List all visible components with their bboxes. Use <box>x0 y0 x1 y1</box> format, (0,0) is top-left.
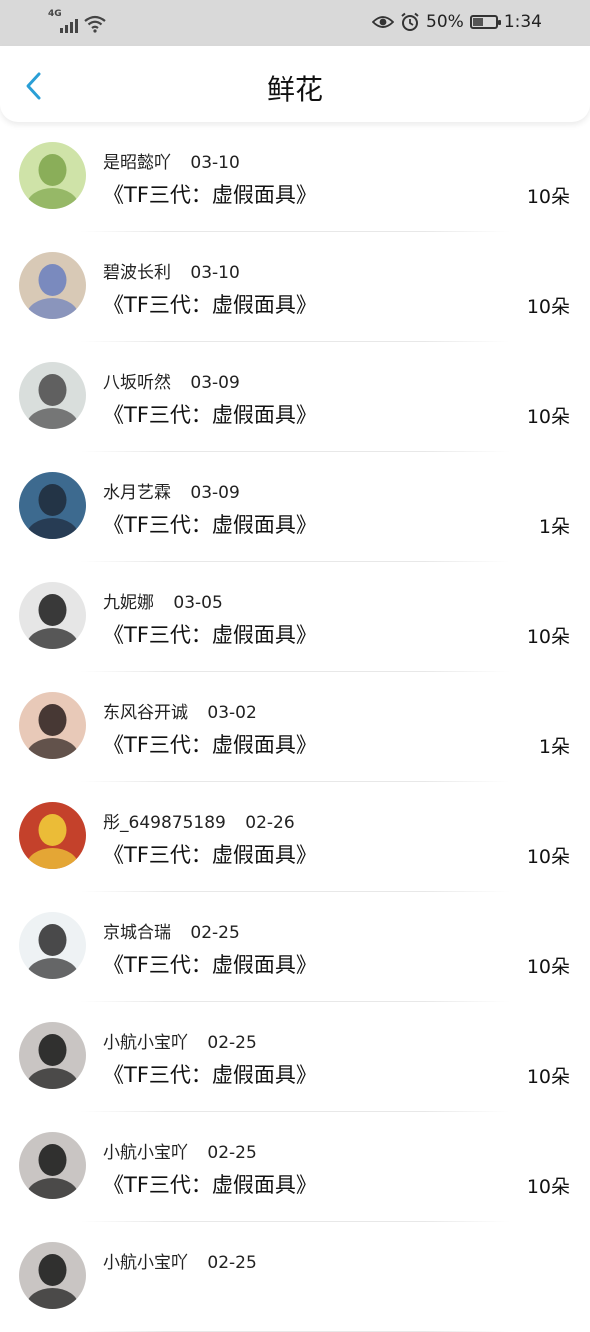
flower-count: 10朵 <box>526 626 570 648</box>
gift-date: 03-10 <box>190 153 240 173</box>
flower-count: 10朵 <box>526 186 570 208</box>
avatar[interactable] <box>19 692 86 759</box>
user-line: 小航小宝吖 02-25 <box>103 1028 257 1053</box>
list-item[interactable]: 小航小宝吖 02-25 《TF三代：虚假面具》 10朵 <box>0 1112 590 1222</box>
list-item[interactable]: 是昭懿吖 03-10 《TF三代：虚假面具》 10朵 <box>0 122 590 232</box>
username[interactable]: 九妮娜 <box>103 593 154 613</box>
username[interactable]: 小航小宝吖 <box>103 1253 188 1273</box>
flower-count: 10朵 <box>526 1176 570 1198</box>
avatar[interactable] <box>19 802 86 869</box>
gift-date: 02-25 <box>207 1143 257 1163</box>
app-header: 鲜花 <box>0 46 590 122</box>
avatar[interactable] <box>19 142 86 209</box>
avatar[interactable] <box>19 1242 86 1309</box>
user-line: 东风谷开诚 03-02 <box>103 698 257 723</box>
gift-date: 03-02 <box>207 703 257 723</box>
gift-date: 02-26 <box>245 813 295 833</box>
gift-date: 02-25 <box>207 1033 257 1053</box>
flower-count: 1朵 <box>538 736 570 758</box>
clock: 1:34 <box>503 12 542 32</box>
status-left: 4G <box>48 9 106 33</box>
book-title: 《TF三代：虚假面具》 <box>103 733 317 757</box>
flower-count: 10朵 <box>526 956 570 978</box>
book-title: 《TF三代：虚假面具》 <box>103 183 317 207</box>
flower-count: 10朵 <box>526 846 570 868</box>
list-item[interactable]: 彤_649875189 02-26 《TF三代：虚假面具》 10朵 <box>0 782 590 892</box>
flower-count: 10朵 <box>526 1066 570 1088</box>
avatar[interactable] <box>19 1022 86 1089</box>
avatar[interactable] <box>19 1132 86 1199</box>
gift-date: 03-10 <box>190 263 240 283</box>
username[interactable]: 八坂听然 <box>103 373 171 393</box>
user-line: 小航小宝吖 02-25 <box>103 1138 257 1163</box>
username[interactable]: 碧波长利 <box>103 263 171 283</box>
gift-date: 03-05 <box>173 593 223 613</box>
username[interactable]: 是昭懿吖 <box>103 153 171 173</box>
book-title: 《TF三代：虚假面具》 <box>103 843 317 867</box>
username[interactable]: 小航小宝吖 <box>103 1033 188 1053</box>
list-item[interactable]: 九妮娜 03-05 《TF三代：虚假面具》 10朵 <box>0 562 590 672</box>
book-title: 《TF三代：虚假面具》 <box>103 953 317 977</box>
book-title: 《TF三代：虚假面具》 <box>103 403 317 427</box>
gift-date: 03-09 <box>190 483 240 503</box>
user-line: 京城合瑞 02-25 <box>103 918 240 943</box>
list-item[interactable]: 八坂听然 03-09 《TF三代：虚假面具》 10朵 <box>0 342 590 452</box>
battery-level <box>472 18 483 26</box>
list-item[interactable]: 水月艺霖 03-09 《TF三代：虚假面具》 1朵 <box>0 452 590 562</box>
user-line: 水月艺霖 03-09 <box>103 478 240 503</box>
battery-icon <box>469 15 501 29</box>
page-title: 鲜花 <box>266 73 323 106</box>
avatar[interactable] <box>19 912 86 979</box>
gift-date: 03-09 <box>190 373 240 393</box>
signal-icon <box>60 15 78 33</box>
flower-record-list: 是昭懿吖 03-10 《TF三代：虚假面具》 10朵 碧波长利 03-10 《T… <box>0 122 590 1332</box>
book-title: 《TF三代：虚假面具》 <box>103 1063 317 1087</box>
status-right: 50% 1:34 <box>372 10 542 34</box>
flower-count: 10朵 <box>526 296 570 318</box>
user-line: 是昭懿吖 03-10 <box>103 148 240 173</box>
book-title: 《TF三代：虚假面具》 <box>103 1173 317 1197</box>
gift-date: 02-25 <box>190 923 240 943</box>
network-type: 4G <box>48 9 62 19</box>
username[interactable]: 彤_649875189 <box>103 813 226 833</box>
battery-percent: 50% <box>426 12 464 32</box>
avatar[interactable] <box>19 252 86 319</box>
user-line: 小航小宝吖 02-25 <box>103 1248 257 1273</box>
list-item[interactable]: 东风谷开诚 03-02 《TF三代：虚假面具》 1朵 <box>0 672 590 782</box>
user-line: 八坂听然 03-09 <box>103 368 240 393</box>
book-title: 《TF三代：虚假面具》 <box>103 293 317 317</box>
alarm-icon <box>401 12 419 31</box>
book-title: 《TF三代：虚假面具》 <box>103 513 317 537</box>
username[interactable]: 东风谷开诚 <box>103 703 188 723</box>
username[interactable]: 京城合瑞 <box>103 923 171 943</box>
username[interactable]: 水月艺霖 <box>103 483 171 503</box>
eye-icon <box>372 16 395 28</box>
wifi-icon <box>84 15 106 33</box>
list-item[interactable]: 碧波长利 03-10 《TF三代：虚假面具》 10朵 <box>0 232 590 342</box>
avatar[interactable] <box>19 362 86 429</box>
list-item[interactable]: 小航小宝吖 02-25 《TF三代：虚假面具》 10朵 <box>0 1002 590 1112</box>
user-line: 碧波长利 03-10 <box>103 258 240 283</box>
user-line: 彤_649875189 02-26 <box>103 808 295 833</box>
username[interactable]: 小航小宝吖 <box>103 1143 188 1163</box>
user-line: 九妮娜 03-05 <box>103 588 223 613</box>
list-item[interactable]: 京城合瑞 02-25 《TF三代：虚假面具》 10朵 <box>0 892 590 1002</box>
status-bar: 4G 50% 1:34 <box>0 0 590 46</box>
book-title: 《TF三代：虚假面具》 <box>103 623 317 647</box>
list-item[interactable]: 小航小宝吖 02-25 <box>0 1222 590 1332</box>
flower-count: 1朵 <box>538 516 570 538</box>
flower-count: 10朵 <box>526 406 570 428</box>
gift-date: 02-25 <box>207 1253 257 1273</box>
avatar[interactable] <box>19 472 86 539</box>
avatar[interactable] <box>19 582 86 649</box>
